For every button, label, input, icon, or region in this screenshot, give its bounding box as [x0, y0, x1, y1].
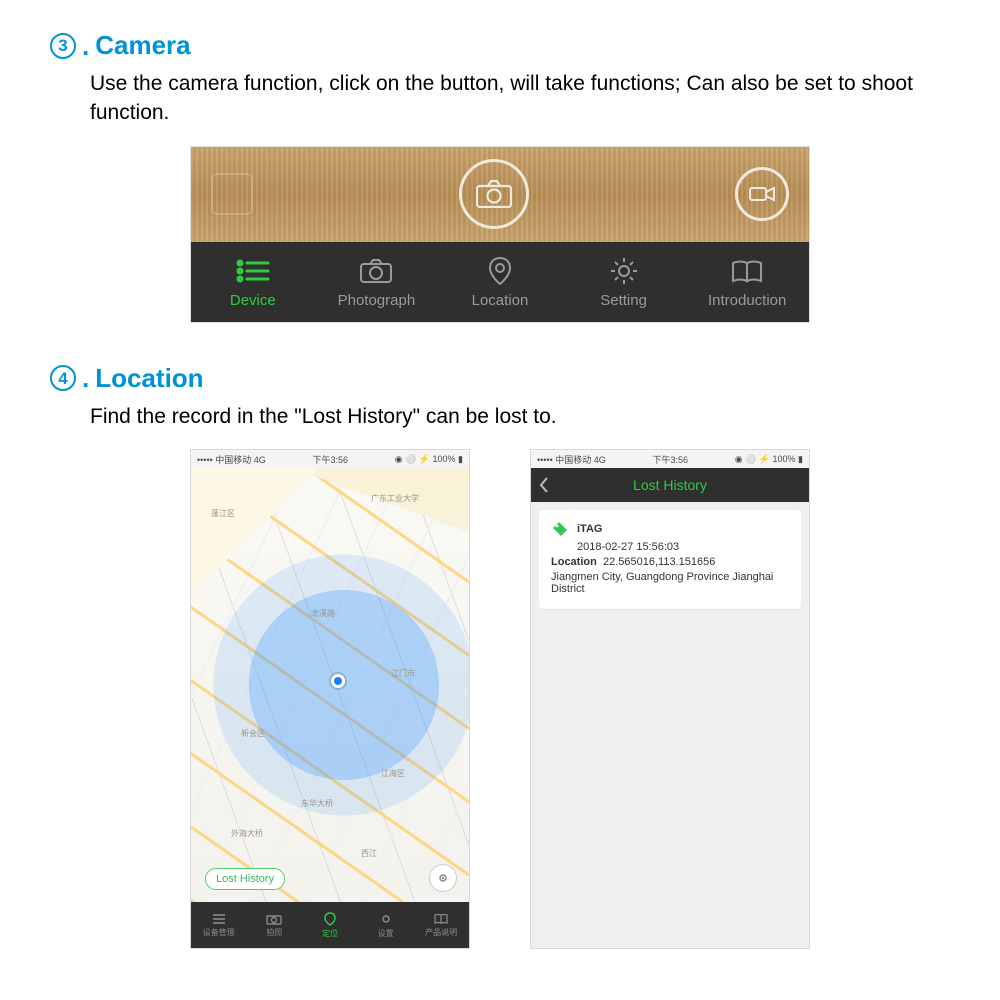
recenter-button[interactable] [429, 864, 457, 892]
current-location-pin-icon [331, 674, 345, 688]
gear-icon [379, 912, 393, 926]
gear-icon [610, 254, 638, 288]
header-title: Lost History [633, 477, 707, 493]
section-4-description: Find the record in the "Lost History" ca… [90, 402, 950, 431]
shutter-button[interactable] [459, 159, 529, 229]
section-3-head: 3 . Camera [50, 30, 950, 61]
list-icon [236, 254, 270, 288]
list-icon [211, 913, 227, 925]
separator-dot: . [82, 365, 89, 391]
locate-icon [436, 871, 450, 885]
phone-map: ••••• 中国移动 4G 下午3:56 ◉ ⚪ ⚡ 100% ▮ 蓬江区 广东… [190, 449, 470, 949]
location-pin-icon [324, 912, 336, 926]
book-icon [433, 913, 449, 925]
tab-label: Device [230, 292, 276, 309]
mini-tab-label: 设备管理 [203, 927, 235, 938]
camera-screenshot: Device Photograph Location Setting Intro… [190, 146, 810, 323]
map-label: 新会区 [241, 728, 265, 739]
tab-location[interactable]: Location [438, 242, 562, 322]
coordinates: 22.565016,113.151656 [603, 556, 715, 568]
map-label: 西江 [361, 848, 377, 859]
section-3-description: Use the camera function, click on the bu… [90, 69, 950, 128]
mini-tab-label: 设置 [378, 928, 394, 939]
battery-text: ◉ ⚪ ⚡ 100% ▮ [735, 454, 803, 465]
lost-history-button[interactable]: Lost History [205, 868, 285, 890]
step-4-number-icon: 4 [50, 365, 76, 391]
tab-photograph[interactable]: Photograph [315, 242, 439, 322]
carrier-text: ••••• 中国移动 4G [197, 453, 266, 466]
mini-tab-device[interactable]: 设备管理 [191, 902, 247, 948]
map-label: 江海区 [381, 768, 405, 779]
location-screenshots: ••••• 中国移动 4G 下午3:56 ◉ ⚪ ⚡ 100% ▮ 蓬江区 广东… [50, 449, 950, 949]
status-bar: ••••• 中国移动 4G 下午3:56 ◉ ⚪ ⚡ 100% ▮ [531, 450, 809, 468]
tag-icon [551, 520, 569, 538]
clock-text: 下午3:56 [652, 453, 688, 466]
tab-label: Setting [600, 292, 647, 309]
tab-introduction[interactable]: Introduction [685, 242, 809, 322]
tab-label: Location [472, 292, 529, 309]
mini-tab-setting[interactable]: 设置 [358, 902, 414, 948]
map-label: 江门市 [391, 668, 415, 679]
map-label: 外海大桥 [231, 828, 263, 839]
tab-device[interactable]: Device [191, 242, 315, 322]
phone-lost-history: ••••• 中国移动 4G 下午3:56 ◉ ⚪ ⚡ 100% ▮ Lost H… [530, 449, 810, 949]
chevron-left-icon [539, 477, 549, 493]
gallery-icon[interactable] [211, 173, 253, 215]
step-3-number-icon: 3 [50, 33, 76, 59]
tab-setting[interactable]: Setting [562, 242, 686, 322]
location-label: Location [551, 556, 597, 568]
section-3-title: Camera [95, 30, 190, 61]
book-icon [730, 254, 764, 288]
lost-history-list: iTAG 2018-02-27 15:56:03 Location 22.565… [531, 502, 809, 948]
mini-tab-label: 拍照 [266, 927, 282, 938]
camera-preview-strip [191, 147, 809, 242]
timestamp: 2018-02-27 15:56:03 [577, 541, 789, 553]
tab-label: Photograph [338, 292, 416, 309]
camera-icon [266, 913, 282, 925]
video-mode-icon[interactable] [735, 167, 789, 221]
separator-dot: . [82, 33, 89, 59]
mini-tabbar: 设备管理 拍照 定位 设置 产品说明 [191, 902, 469, 948]
section-4-head: 4 . Location [50, 363, 950, 394]
map-view[interactable]: 蓬江区 广东工业大学 龙溪路 江门市 新会区 江海区 东华大桥 外海大桥 西江 … [191, 468, 469, 902]
map-label: 龙溪路 [311, 608, 335, 619]
map-label: 蓬江区 [211, 508, 235, 519]
lost-history-card[interactable]: iTAG 2018-02-27 15:56:03 Location 22.565… [539, 510, 801, 609]
section-4-title: Location [95, 363, 203, 394]
address: Jiangmen City, Guangdong Province Jiangh… [551, 571, 789, 595]
location-pin-icon [488, 254, 512, 288]
back-button[interactable] [539, 477, 549, 493]
mini-tab-label: 定位 [322, 928, 338, 939]
mini-tab-location[interactable]: 定位 [302, 902, 358, 948]
map-label: 广东工业大学 [371, 493, 419, 504]
battery-text: ◉ ⚪ ⚡ 100% ▮ [395, 454, 463, 465]
clock-text: 下午3:56 [312, 453, 348, 466]
map-label: 东华大桥 [301, 798, 333, 809]
device-name: iTAG [577, 523, 602, 535]
app-tabbar: Device Photograph Location Setting Intro… [191, 242, 809, 322]
camera-icon [359, 254, 393, 288]
tab-label: Introduction [708, 292, 786, 309]
mini-tab-intro[interactable]: 产品说明 [413, 902, 469, 948]
carrier-text: ••••• 中国移动 4G [537, 453, 606, 466]
lost-history-header: Lost History [531, 468, 809, 502]
status-bar: ••••• 中国移动 4G 下午3:56 ◉ ⚪ ⚡ 100% ▮ [191, 450, 469, 468]
mini-tab-photo[interactable]: 拍照 [247, 902, 303, 948]
mini-tab-label: 产品说明 [425, 927, 457, 938]
